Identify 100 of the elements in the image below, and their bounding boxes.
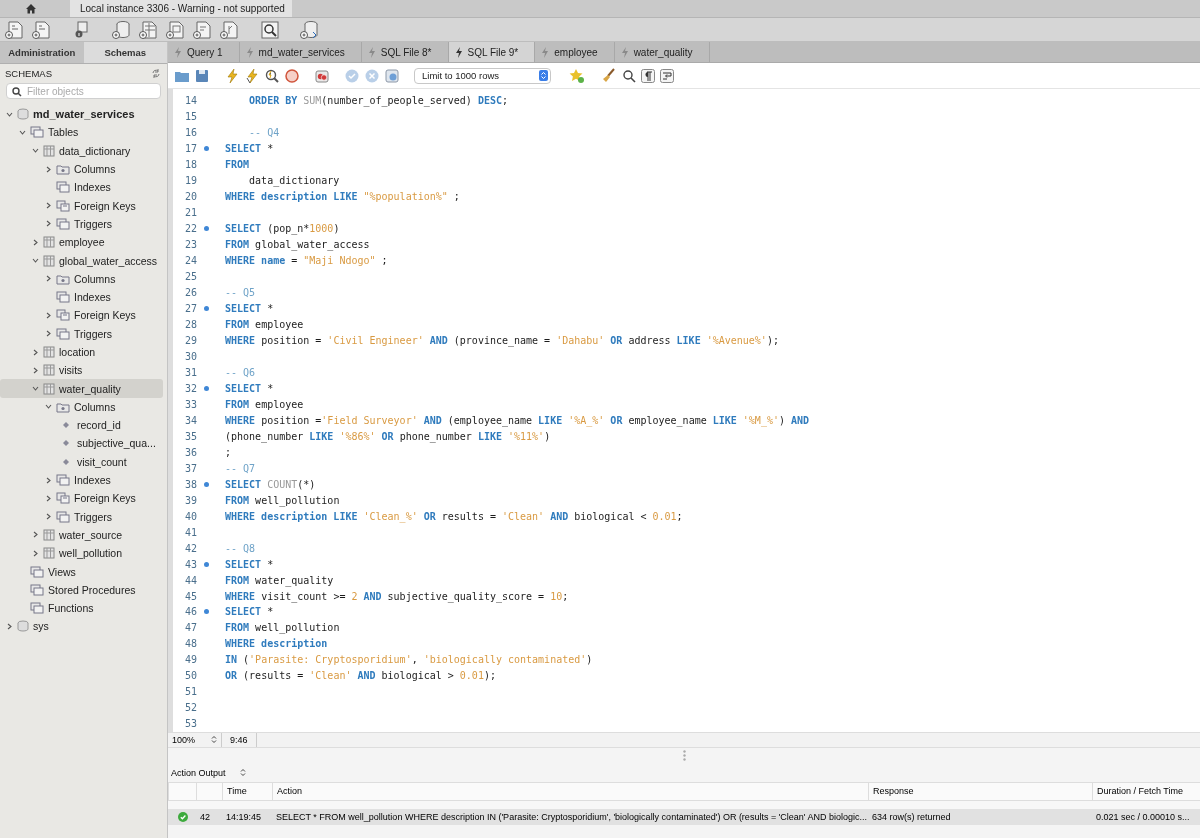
refresh-icon[interactable]	[151, 69, 161, 78]
inspector-search-icon[interactable]	[259, 19, 281, 40]
word-wrap-icon[interactable]	[660, 68, 674, 83]
code-line: data_dictionary	[248, 175, 340, 187]
chevron-icon[interactable]	[31, 385, 39, 393]
tree-item[interactable]: data_dictionary	[0, 141, 163, 160]
tree-item[interactable]: location	[0, 342, 163, 362]
window-tab[interactable]: Local instance 3306 - Warning - not supported	[70, 0, 292, 17]
table-icon	[43, 144, 55, 157]
chevron-icon[interactable]	[31, 531, 39, 539]
database-icon	[17, 620, 29, 633]
tree-item[interactable]: record_id	[0, 416, 163, 435]
chevron-icon[interactable]	[44, 513, 52, 521]
chevron-icon[interactable]	[44, 311, 52, 319]
chevron-icon[interactable]	[31, 348, 39, 356]
tree-item[interactable]: Triggers	[0, 507, 163, 526]
chevron-icon[interactable]	[31, 257, 39, 264]
code-line: WHERE visit_count >= 2 AND subjective_quality_score = 10;	[225, 590, 569, 602]
tree-item[interactable]: Functions	[0, 599, 163, 618]
search-icon[interactable]	[622, 68, 636, 83]
tree-item[interactable]: Foreign Keys	[0, 489, 163, 508]
sql-file-open-icon[interactable]	[31, 19, 53, 40]
chevron-icon[interactable]	[44, 165, 52, 173]
zoom-stepper[interactable]: 100%	[168, 732, 222, 747]
stepper-icon	[539, 70, 548, 81]
tree-item[interactable]: subjective_qua...	[0, 434, 163, 453]
chevron-icon[interactable]	[44, 403, 52, 411]
stop-icon[interactable]	[284, 67, 300, 84]
line-number: 18	[183, 159, 197, 171]
tree-item[interactable]: Columns	[0, 159, 163, 179]
code-line: FROM	[225, 159, 250, 171]
view-add-icon[interactable]	[165, 19, 187, 40]
table-add-icon[interactable]	[138, 19, 160, 40]
star-icon[interactable]	[569, 67, 585, 84]
autocommit-icon[interactable]	[384, 67, 400, 84]
tree-item[interactable]: Views	[0, 562, 163, 581]
chevron-icon[interactable]	[5, 622, 13, 630]
procedure-add-icon[interactable]	[192, 19, 214, 40]
chevron-icon[interactable]	[31, 549, 39, 557]
code-line: ORDER BY SUM(number_of_people_served) DESC;	[248, 95, 508, 107]
chevron-icon[interactable]	[44, 275, 52, 283]
chevron-icon[interactable]	[44, 476, 52, 484]
tree-item[interactable]: global_water_access	[0, 251, 163, 270]
function-add-icon[interactable]	[219, 19, 241, 40]
invisibles-icon[interactable]	[641, 68, 655, 83]
tree-item[interactable]: Columns	[0, 269, 163, 288]
beautify-icon[interactable]	[601, 67, 617, 84]
splitter-handle-icon[interactable]	[682, 750, 686, 762]
tree-item[interactable]: water_quality	[0, 379, 163, 398]
chevron-icon[interactable]	[31, 366, 39, 374]
tree-item[interactable]: Indexes	[0, 287, 163, 307]
tree-item[interactable]: sys	[0, 617, 163, 636]
database-add-icon[interactable]	[111, 19, 133, 40]
chevron-icon[interactable]	[31, 147, 39, 155]
sql-file-add-icon[interactable]	[4, 19, 26, 40]
tree-item[interactable]: visits	[0, 361, 163, 380]
tree-item[interactable]: water_source	[0, 525, 163, 545]
home-icon[interactable]	[25, 3, 37, 14]
sidebar-tab[interactable]: Schemas	[83, 42, 167, 63]
tree-item[interactable]: Foreign Keys	[0, 306, 163, 325]
line-number: 24	[183, 255, 197, 267]
folder-icon	[56, 474, 70, 487]
execute-icon[interactable]	[224, 67, 240, 84]
tree-item[interactable]: Stored Procedures	[0, 580, 163, 599]
chevron-icon[interactable]	[44, 220, 52, 228]
tree-item[interactable]: Tables	[0, 123, 163, 142]
chevron-icon[interactable]	[44, 330, 52, 338]
tree-item[interactable]: Foreign Keys	[0, 196, 163, 215]
tree-item[interactable]: Triggers	[0, 214, 163, 234]
folder-icon	[56, 510, 70, 523]
row-limit-select[interactable]: Limit to 1000 rows	[414, 67, 551, 84]
chevron-icon[interactable]	[44, 494, 52, 502]
code-line: FROM water_quality	[225, 574, 334, 586]
tree-item[interactable]: employee	[0, 233, 163, 252]
tree-item[interactable]: md_water_services	[0, 105, 163, 124]
editor-tab[interactable]: SQL File 9*	[448, 42, 536, 62]
table-icon	[43, 346, 55, 358]
reconnect-icon[interactable]	[299, 19, 321, 40]
tree-item[interactable]: Indexes	[0, 178, 163, 197]
line-number: 20	[183, 191, 197, 203]
chevron-icon[interactable]	[31, 238, 39, 246]
save-icon[interactable]	[194, 67, 210, 84]
tree-item[interactable]: well_pollution	[0, 544, 163, 563]
tree-item[interactable]: Indexes	[0, 470, 163, 490]
line-number: 27	[183, 303, 197, 315]
folder-icon	[56, 400, 70, 413]
tree-item[interactable]: visit_count	[0, 452, 163, 471]
folder-icon	[56, 309, 70, 322]
cursor-position: 9:46	[222, 732, 257, 747]
line-number: 36	[183, 446, 197, 458]
tree-item[interactable]: Triggers	[0, 324, 163, 343]
table-icon	[43, 236, 55, 249]
tree-item[interactable]: Columns	[0, 397, 163, 417]
chevron-icon[interactable]	[44, 202, 52, 210]
filter-field[interactable]: Filter objects	[6, 83, 161, 99]
toggle-error-icon[interactable]	[314, 67, 330, 84]
chevron-icon[interactable]	[18, 128, 26, 136]
explain-icon[interactable]	[264, 67, 280, 84]
code-line: FROM well_pollution	[225, 494, 340, 506]
chevron-icon[interactable]	[5, 110, 13, 118]
